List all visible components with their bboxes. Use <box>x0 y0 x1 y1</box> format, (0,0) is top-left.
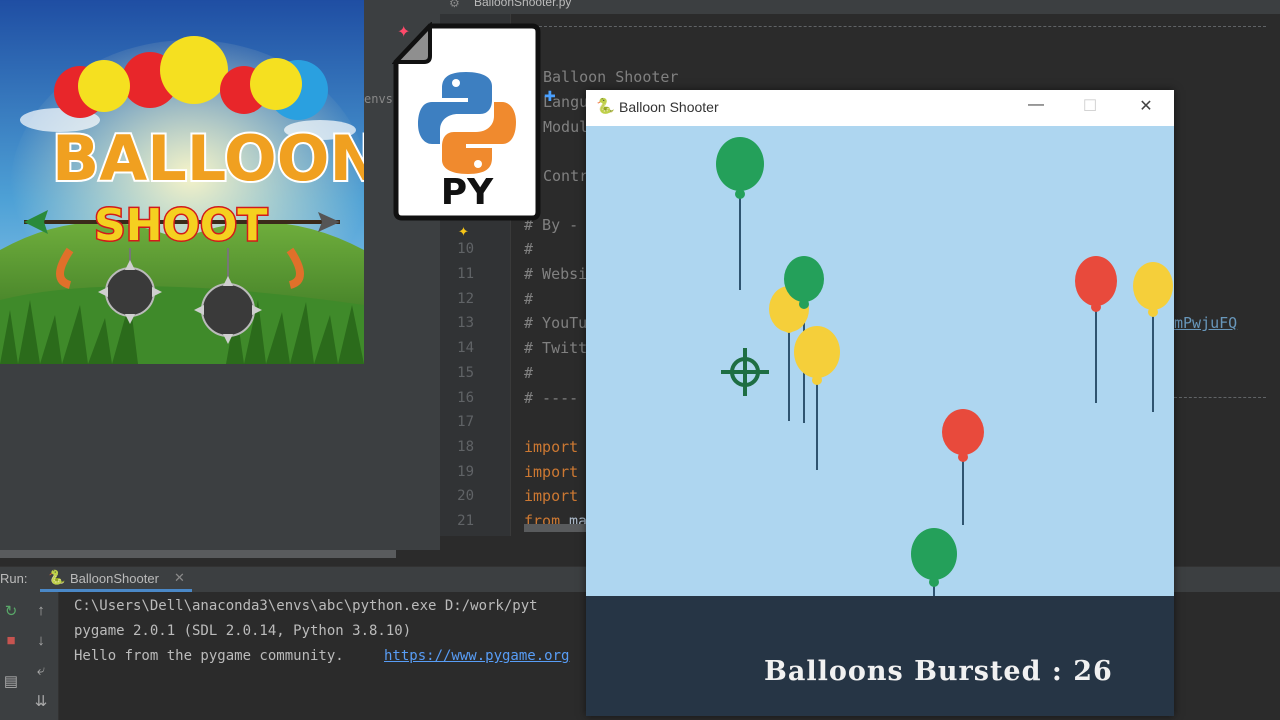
code-line: # <box>524 240 534 258</box>
console-line: Hello from the pygame community. <box>74 648 353 664</box>
score-text: Balloons Bursted : 26 <box>764 656 1113 687</box>
console-line: pygame 2.0.1 (SDL 2.0.14, Python 3.8.10) <box>74 623 412 639</box>
python-file-icon: PY <box>391 20 542 222</box>
line-number: 12 <box>457 291 474 307</box>
balloon[interactable] <box>942 409 984 462</box>
title-letter: SHOOT <box>94 200 267 251</box>
comment-rule <box>524 26 1266 27</box>
maximize-button[interactable]: ☐ <box>1075 96 1105 120</box>
soft-wrap-icon[interactable]: ⤶ <box>30 662 52 679</box>
code-controls: Contr <box>543 167 589 185</box>
line-number: 11 <box>457 266 474 282</box>
code-line: # ---- <box>524 389 579 407</box>
code-module: Modul <box>543 118 589 136</box>
code-import: import <box>524 438 579 456</box>
scroll-to-end-icon[interactable]: ⇊ <box>30 692 52 710</box>
sparkle-icon: ✚ <box>544 88 556 104</box>
line-number: 10 <box>457 241 474 257</box>
balloon[interactable] <box>1133 262 1173 317</box>
minimize-button[interactable]: — <box>1021 96 1051 120</box>
comment-rule-bottom <box>1174 397 1266 398</box>
balloon[interactable] <box>1075 256 1117 312</box>
py-label: PY <box>441 172 494 213</box>
run-tab-label[interactable]: BalloonShooter <box>70 571 159 586</box>
code-import: import <box>524 487 579 505</box>
game-playfield[interactable] <box>586 126 1174 596</box>
game-window-title: Balloon Shooter <box>619 99 719 115</box>
run-side-tools: ↑ ↓ ⤶ ⇊ <box>22 592 59 720</box>
line-number: 13 <box>457 315 474 331</box>
sparkle-icon: ✦ <box>397 24 411 41</box>
line-number: 20 <box>457 488 474 504</box>
scroll-down-icon[interactable]: ↓ <box>30 632 52 649</box>
crosshair-icon <box>721 348 769 396</box>
settings-icon[interactable]: ⚙ <box>449 0 460 10</box>
close-button[interactable]: ✕ <box>1131 96 1161 120</box>
stop-icon[interactable]: ■ <box>0 632 22 649</box>
line-number: 19 <box>457 464 474 480</box>
console-line: C:\Users\Dell\anaconda3\envs\abc\python.… <box>74 598 538 614</box>
balloon[interactable] <box>911 528 957 587</box>
sparkle-icon: ✦ <box>458 224 469 239</box>
line-number: 18 <box>457 439 474 455</box>
line-number: 14 <box>457 340 474 356</box>
code-line: # <box>524 364 534 382</box>
pygame-snake-icon: 🐍 <box>596 98 615 115</box>
run-controls: ↻ ■ ▤ <box>0 592 22 720</box>
line-number: 21 <box>457 513 474 529</box>
code-line: # Websi <box>524 265 588 283</box>
rerun-icon[interactable]: ↻ <box>0 602 22 620</box>
file-tab[interactable]: BalloonShooter.py <box>474 0 571 9</box>
python-icon: 🐍 <box>48 569 66 585</box>
code-line: # <box>524 290 534 308</box>
balloon[interactable] <box>716 137 764 199</box>
youtube-link-fragment[interactable]: mPwjuFQ <box>1174 314 1237 332</box>
code-title: Balloon Shooter <box>543 68 679 86</box>
pygame-link[interactable]: https://www.pygame.org <box>384 648 569 664</box>
line-number: 16 <box>457 390 474 406</box>
balloon[interactable] <box>794 326 840 385</box>
line-number: 17 <box>457 414 474 430</box>
horizontal-scrollbar[interactable] <box>0 550 396 558</box>
code-line: # YouTu <box>524 314 588 332</box>
ide-tab-bar: ⚙ BalloonShooter.py <box>364 0 1280 14</box>
project-panel-lower <box>0 364 440 550</box>
balloon-shoot-thumbnail: BALLOON SHOOT <box>0 0 364 364</box>
code-import: import <box>524 463 579 481</box>
editor-scrollbar[interactable] <box>524 524 586 532</box>
code-line: # Twitt <box>524 339 588 357</box>
close-tab-icon[interactable]: ✕ <box>174 570 185 586</box>
scroll-up-icon[interactable]: ↑ <box>30 602 52 619</box>
title-letter: BALLOON <box>52 122 364 195</box>
layout-icon[interactable]: ▤ <box>0 672 22 690</box>
line-number: 15 <box>457 365 474 381</box>
run-label: Run: <box>0 571 28 586</box>
